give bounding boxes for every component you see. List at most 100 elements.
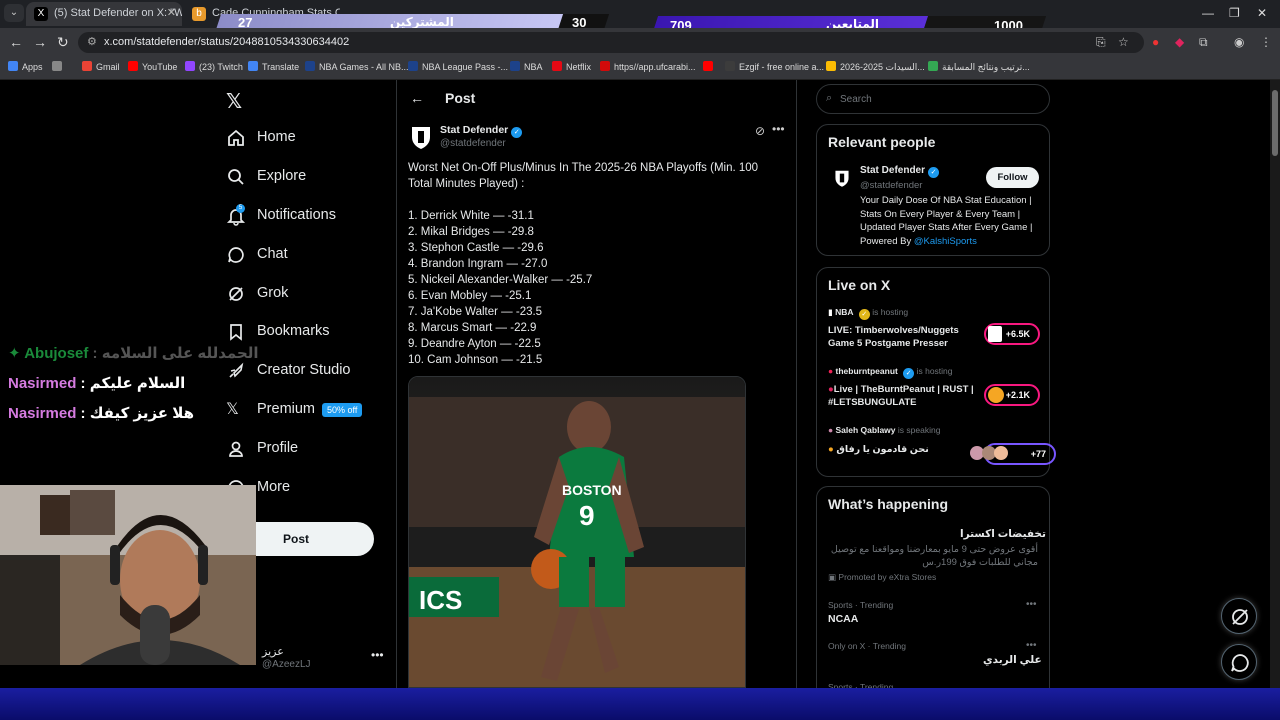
bookmark-drive[interactable]: 2026-2025 السيدات... (826, 61, 925, 73)
list-item: 8. Marcus Smart — -22.9 (408, 322, 537, 334)
list-item: 9. Deandre Ayton — -22.5 (408, 338, 541, 350)
chat-text: السلام عليكم (89, 375, 186, 392)
live-host[interactable]: ▮ NBA ✓ is hosting (828, 307, 908, 320)
back-arrow-icon[interactable]: ← (410, 90, 424, 106)
list-item: 4. Brandon Ingram — -27.0 (408, 258, 548, 270)
tab-strip: ⌄ X (5) Stat Defender on X: "Worst N ✕ b… (0, 0, 1280, 28)
sidebar-item-creator-studio[interactable]: Creator Studio (226, 357, 386, 387)
post-menu-icon[interactable]: ••• (772, 122, 785, 136)
live-title[interactable]: ●Live | TheBurntPeanut | RUST | #LETSBUN… (828, 383, 978, 409)
bookmark-gmail[interactable]: Gmail (82, 61, 120, 72)
search-icon: ⌕ (826, 92, 833, 104)
bookmark-star-icon[interactable]: ☆ (1118, 35, 1129, 49)
streamer-webcam-image (0, 485, 256, 665)
url-input[interactable]: ⚙ x.com/statdefender/status/204881053433… (78, 32, 1144, 53)
bookmark-nba[interactable]: NBA (510, 61, 543, 72)
minimize-icon[interactable]: — (1202, 6, 1214, 20)
verified-badge-icon: ✓ (903, 368, 915, 379)
sidebar-item-chat[interactable]: Chat (226, 241, 386, 271)
post-image[interactable]: ICS BOSTON 9 (408, 376, 746, 688)
tab-search-button[interactable]: ⌄ (4, 4, 24, 22)
bookmark-ufcarabia[interactable]: https//app.ufcarabi... (600, 61, 696, 72)
bio-link[interactable]: @KalshiSports (914, 236, 977, 247)
bookmark-standings[interactable]: ترتيب ونتائج المسابقة... (928, 61, 1030, 73)
grok-explain-icon[interactable]: ⊘ (755, 124, 765, 138)
page-scrollbar[interactable] (1270, 80, 1280, 688)
bookmark-youtube[interactable]: YouTube (128, 61, 177, 72)
rocket-icon (229, 362, 244, 378)
bookmark-translate[interactable]: Translate (248, 61, 299, 72)
stat-defender-logo-icon[interactable] (410, 124, 432, 150)
bookmark-netflix[interactable]: Netflix (552, 61, 591, 72)
maximize-icon[interactable]: ❐ (1229, 6, 1240, 20)
account-name[interactable]: عزيز (262, 645, 284, 658)
trend-name[interactable]: علي الربدي (983, 654, 1042, 666)
back-icon[interactable]: ← (9, 34, 23, 50)
stat-defender-logo-icon[interactable] (834, 168, 850, 188)
author-handle[interactable]: @statdefender (440, 138, 506, 149)
list-item: 5. Nickeil Alexander-Walker — -25.7 (408, 274, 593, 286)
jersey-number-text: 9 (579, 500, 595, 531)
trend-name[interactable]: تخفيضات اكسترا (960, 528, 1046, 540)
basketball-icon: ● (828, 444, 834, 455)
live-title[interactable]: ● نحن قادمون يا رفاق (828, 443, 978, 456)
account-menu-icon[interactable]: ••• (371, 648, 384, 662)
drive-icon (826, 61, 836, 71)
netflix-icon (552, 61, 562, 71)
sidebar-item-bookmarks[interactable]: Bookmarks (226, 318, 386, 348)
site-info-icon[interactable]: ⚙ (87, 35, 97, 48)
live-title[interactable]: LIVE: Timberwolves/Nuggets Game 5 Postga… (828, 324, 978, 350)
messages-float-button[interactable] (1221, 644, 1257, 680)
promoted-text[interactable]: أقوى عروض حتى 9 مايو بمعارضنا ومواقعنا م… (828, 543, 1038, 569)
sidebar-item-label: Grok (257, 285, 289, 301)
sidebar-item-home[interactable]: Home (226, 124, 386, 154)
extension-red-icon[interactable]: ● (1152, 35, 1159, 49)
author-name[interactable]: Stat Defender ✓ (440, 124, 523, 138)
follow-button[interactable]: Follow (986, 167, 1039, 188)
trend-menu-icon[interactable]: ••• (1026, 599, 1037, 610)
trend-menu-icon[interactable]: ••• (1026, 640, 1037, 651)
jersey-team-text: BOSTON (562, 482, 622, 498)
relevant-person-name[interactable]: Stat Defender ✓ (860, 165, 940, 178)
speaker-avatar (994, 446, 1008, 460)
sidebar-item-grok[interactable]: Grok (226, 280, 386, 310)
bookmark-apps[interactable]: Apps (8, 61, 43, 72)
profile-avatar-icon[interactable]: ◉ (1234, 35, 1244, 49)
chrome-menu-icon[interactable]: ⋮ (1260, 35, 1272, 49)
bookmark-grid[interactable] (52, 61, 66, 72)
bookmark-twitch[interactable]: (23) Twitch (185, 61, 243, 72)
extensions-icon[interactable]: ⧉ (1199, 35, 1208, 50)
stream-bottom-banner (0, 688, 1280, 720)
list-item: 2. Mikal Bridges — -29.8 (408, 226, 534, 238)
reload-icon[interactable]: ↻ (57, 34, 69, 51)
bookmark-ezgif[interactable]: Ezgif - free online a... (725, 61, 824, 72)
scrollbar-thumb[interactable] (1272, 90, 1278, 156)
tab-stat-defender[interactable]: X (5) Stat Defender on X: "Worst N ✕ (26, 2, 182, 26)
chat-message: Nasirmed : هلا عزيز كيفك (8, 404, 194, 422)
trend-name[interactable]: NCAA (828, 613, 858, 625)
chat-message: ✦ Abujosef : الحمدلله على السلامه (8, 344, 259, 362)
grok-float-button[interactable] (1221, 598, 1257, 634)
search-input[interactable]: ⌕ Search (816, 84, 1050, 114)
live-host[interactable]: ● Saleh Qablawy is speaking (828, 425, 940, 435)
apps-grid-icon (8, 61, 18, 71)
sidebar-item-label: Premium (257, 401, 316, 417)
post-text: Worst Net On-Off Plus/Minus In The 2025-… (408, 162, 759, 190)
close-window-icon[interactable]: ✕ (1257, 6, 1267, 20)
close-tab-icon[interactable]: ✕ (167, 6, 176, 19)
bookmark-league-pass[interactable]: NBA League Pass -... (408, 61, 508, 72)
avatar: ● (828, 425, 834, 435)
x-logo-icon[interactable]: 𝕏 (226, 89, 242, 114)
live-host[interactable]: ● theburntpeanut ✓ is hosting (828, 366, 953, 379)
card-title: What’s happening (828, 496, 949, 512)
forward-icon[interactable]: → (33, 34, 47, 50)
sidebar-item-notifications[interactable]: Notifications (226, 202, 386, 232)
list-item: 7. Ja'Kobe Walter — -23.5 (408, 306, 543, 318)
bookmark-youtube-2[interactable] (703, 61, 717, 72)
sidebar-item-explore[interactable]: Explore (226, 163, 386, 193)
install-app-icon[interactable]: ⎘ (1096, 35, 1106, 50)
extension-pocket-icon[interactable]: ◆ (1175, 35, 1184, 49)
bookmark-nba-games[interactable]: NBA Games - All NB... (305, 61, 409, 72)
sidebar-item-profile[interactable]: Profile (226, 435, 386, 465)
chat-icon: ✦ (8, 345, 21, 362)
